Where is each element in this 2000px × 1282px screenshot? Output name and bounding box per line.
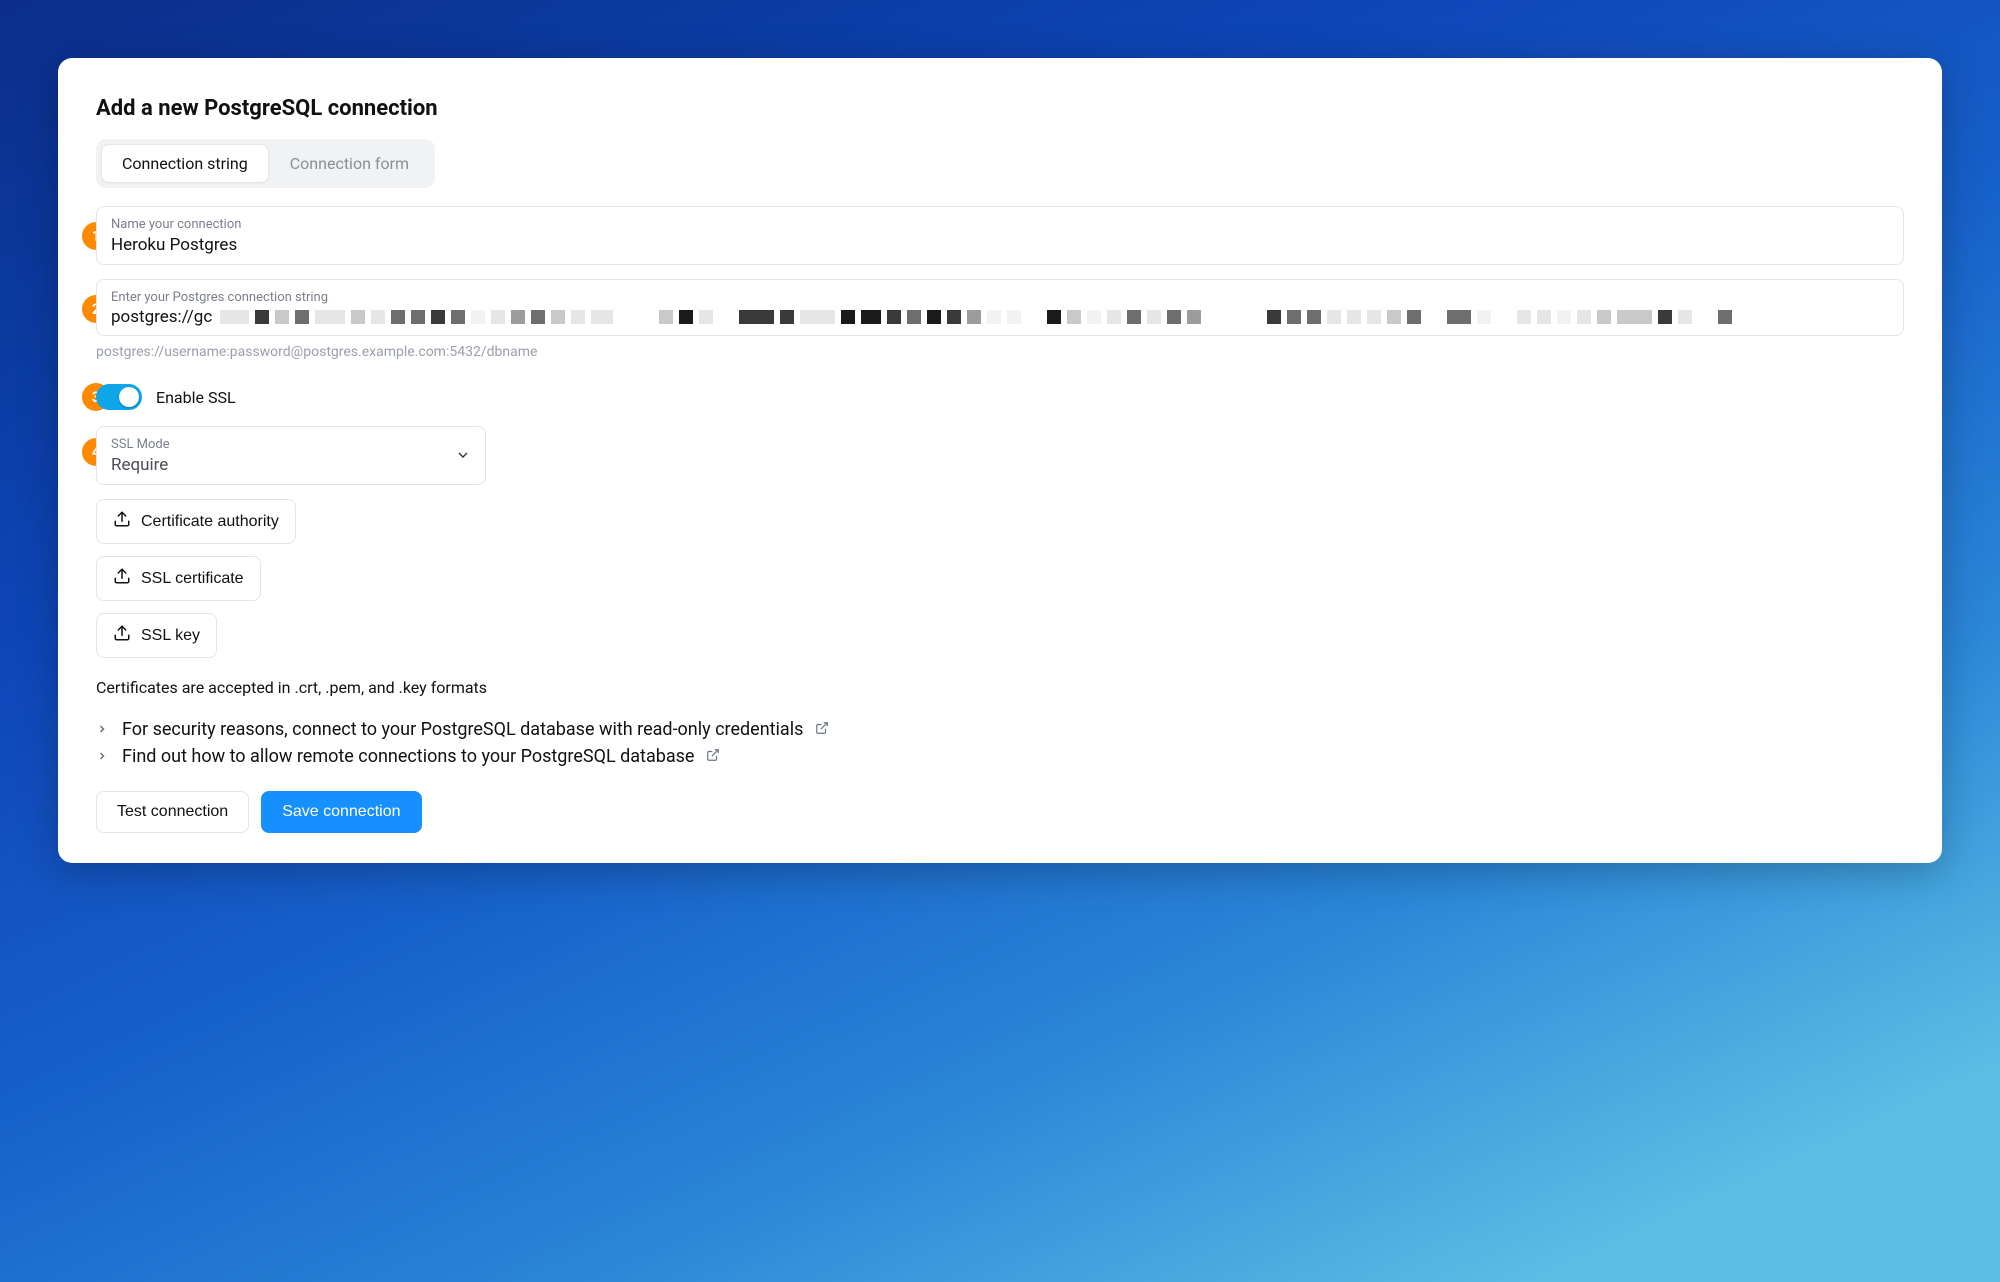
dialog-title: Add a new PostgreSQL connection xyxy=(96,96,1904,121)
connection-name-input[interactable] xyxy=(111,234,1889,256)
connection-dialog: Add a new PostgreSQL connection Connecti… xyxy=(58,58,1942,863)
upload-icon xyxy=(113,567,131,590)
external-link-icon xyxy=(706,746,720,767)
connection-string-helper: postgres://username:password@postgres.ex… xyxy=(96,344,1904,360)
ssl-mode-select[interactable]: SSL Mode Require xyxy=(96,426,486,485)
tab-group: Connection string Connection form xyxy=(96,139,435,188)
chevron-right-icon xyxy=(96,719,110,740)
upload-key-label: SSL key xyxy=(141,627,200,645)
connection-string-label: Enter your Postgres connection string xyxy=(111,290,1889,305)
enable-ssl-label: Enable SSL xyxy=(156,388,236,407)
chevron-right-icon xyxy=(96,746,110,767)
external-link-icon xyxy=(815,719,829,740)
help-link-readonly[interactable]: For security reasons, connect to your Po… xyxy=(96,719,1904,740)
connection-string-value-prefix: postgres://gc xyxy=(111,307,212,327)
help-link-remote[interactable]: Find out how to allow remote connections… xyxy=(96,746,1904,767)
chevron-down-icon xyxy=(455,447,471,467)
connection-string-input[interactable]: postgres://gc xyxy=(111,307,1889,327)
toggle-knob xyxy=(119,387,139,407)
upload-icon xyxy=(113,624,131,647)
upload-ca-button[interactable]: Certificate authority xyxy=(96,499,296,544)
upload-ca-label: Certificate authority xyxy=(141,513,279,531)
connection-string-redacted xyxy=(220,310,1889,324)
upload-cert-button[interactable]: SSL certificate xyxy=(96,556,261,601)
upload-cert-label: SSL certificate xyxy=(141,570,244,588)
ssl-mode-label: SSL Mode xyxy=(111,437,170,452)
tab-connection-string[interactable]: Connection string xyxy=(101,144,269,183)
connection-name-field[interactable]: Name your connection xyxy=(96,206,1904,265)
help-link-remote-text: Find out how to allow remote connections… xyxy=(122,746,694,767)
tab-connection-form[interactable]: Connection form xyxy=(269,144,430,183)
connection-string-field[interactable]: Enter your Postgres connection string po… xyxy=(96,279,1904,336)
upload-key-button[interactable]: SSL key xyxy=(96,613,217,658)
connection-name-label: Name your connection xyxy=(111,217,1889,232)
upload-icon xyxy=(113,510,131,533)
help-link-readonly-text: For security reasons, connect to your Po… xyxy=(122,719,803,740)
enable-ssl-toggle[interactable] xyxy=(96,384,142,410)
ssl-mode-value: Require xyxy=(111,454,170,476)
certificate-format-note: Certificates are accepted in .crt, .pem,… xyxy=(96,678,1904,697)
test-connection-button[interactable]: Test connection xyxy=(96,791,249,833)
save-connection-button[interactable]: Save connection xyxy=(261,791,421,833)
